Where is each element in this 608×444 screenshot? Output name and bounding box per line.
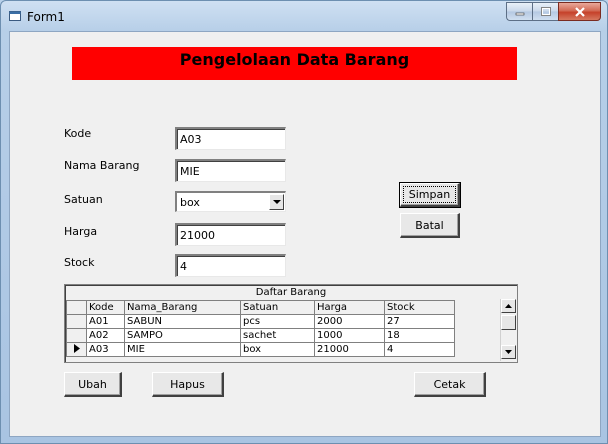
column-header[interactable]: Kode (86, 300, 125, 315)
chevron-down-icon (272, 199, 281, 204)
grid-table: Kode Nama_Barang Satuan Harga Stock A01 … (66, 300, 455, 357)
row-selector[interactable] (66, 328, 87, 343)
minimize-icon (515, 12, 524, 15)
nama-barang-label: Nama Barang (64, 159, 140, 172)
row-selector[interactable] (66, 342, 87, 357)
harga-label: Harga (64, 225, 98, 238)
table-cell[interactable]: MIE (124, 342, 241, 357)
table-cell[interactable]: 18 (384, 328, 455, 343)
table-cell[interactable]: 21000 (314, 342, 385, 357)
table-cell[interactable]: sachet (240, 328, 315, 343)
grid-vertical-scrollbar[interactable] (500, 299, 516, 361)
table-cell[interactable]: box (240, 342, 315, 357)
caption-buttons (506, 2, 601, 21)
kode-field[interactable]: A03 (175, 127, 286, 150)
title-bar[interactable]: Form1 (1, 1, 607, 31)
satuan-dropdown[interactable]: box (175, 191, 286, 212)
window-title: Form1 (27, 10, 65, 24)
column-header[interactable]: Satuan (240, 300, 315, 315)
nama-barang-field[interactable]: MIE (175, 159, 286, 182)
satuan-value: box (180, 196, 200, 209)
minimize-button[interactable] (506, 2, 532, 21)
row-selector[interactable] (66, 314, 87, 329)
table-cell[interactable]: SABUN (124, 314, 241, 329)
maximize-icon (540, 7, 551, 16)
close-button[interactable] (558, 2, 601, 21)
table-cell[interactable]: A03 (86, 342, 125, 357)
table-row[interactable]: A02 SAMPO sachet 1000 18 (66, 328, 455, 343)
stock-field[interactable]: 4 (175, 254, 286, 277)
grid-corner (66, 300, 87, 315)
scroll-down-icon (505, 350, 512, 354)
table-cell[interactable]: A01 (86, 314, 125, 329)
batal-button[interactable]: Batal (400, 213, 460, 238)
stock-label: Stock (64, 256, 95, 269)
grid-caption: Daftar Barang (255, 287, 327, 298)
hapus-button[interactable]: Hapus (152, 372, 224, 397)
scroll-down-button[interactable] (501, 345, 516, 359)
column-header[interactable]: Harga (314, 300, 385, 315)
table-cell[interactable]: 1000 (314, 328, 385, 343)
table-cell[interactable]: 4 (384, 342, 455, 357)
scroll-thumb[interactable] (501, 315, 516, 330)
page-title: Pengelolaan Data Barang (72, 47, 517, 80)
form-icon[interactable] (9, 10, 21, 22)
close-icon (574, 6, 585, 17)
table-cell[interactable]: 2000 (314, 314, 385, 329)
column-header[interactable]: Nama_Barang (124, 300, 241, 315)
column-header[interactable]: Stock (384, 300, 455, 315)
maximize-button[interactable] (532, 2, 558, 21)
table-cell[interactable]: A02 (86, 328, 125, 343)
simpan-button-label: Simpan (402, 186, 457, 203)
simpan-button[interactable]: Simpan (399, 182, 461, 208)
current-row-arrow-icon (73, 343, 80, 353)
daftar-barang-grid[interactable]: Daftar Barang Kode Nama_Barang Satuan Ha… (64, 284, 518, 363)
dropdown-button[interactable] (269, 194, 284, 210)
table-cell[interactable]: 27 (384, 314, 455, 329)
satuan-label: Satuan (64, 193, 103, 206)
kode-label: Kode (64, 127, 92, 140)
grid-header-row: Kode Nama_Barang Satuan Harga Stock (66, 300, 455, 315)
table-cell[interactable]: pcs (240, 314, 315, 329)
table-row-selected[interactable]: A03 MIE box 21000 4 (66, 342, 455, 357)
table-cell[interactable]: SAMPO (124, 328, 241, 343)
app-window: Form1 Pengelolaan Data Barang Kode A03 N… (0, 0, 608, 444)
cetak-button[interactable]: Cetak (414, 372, 486, 397)
harga-field[interactable]: 21000 (175, 223, 286, 246)
scroll-up-icon (505, 304, 512, 308)
ubah-button[interactable]: Ubah (64, 372, 122, 397)
scroll-up-button[interactable] (501, 299, 516, 313)
form-client-area: Pengelolaan Data Barang Kode A03 Nama Ba… (9, 31, 601, 437)
table-row[interactable]: A01 SABUN pcs 2000 27 (66, 314, 455, 329)
